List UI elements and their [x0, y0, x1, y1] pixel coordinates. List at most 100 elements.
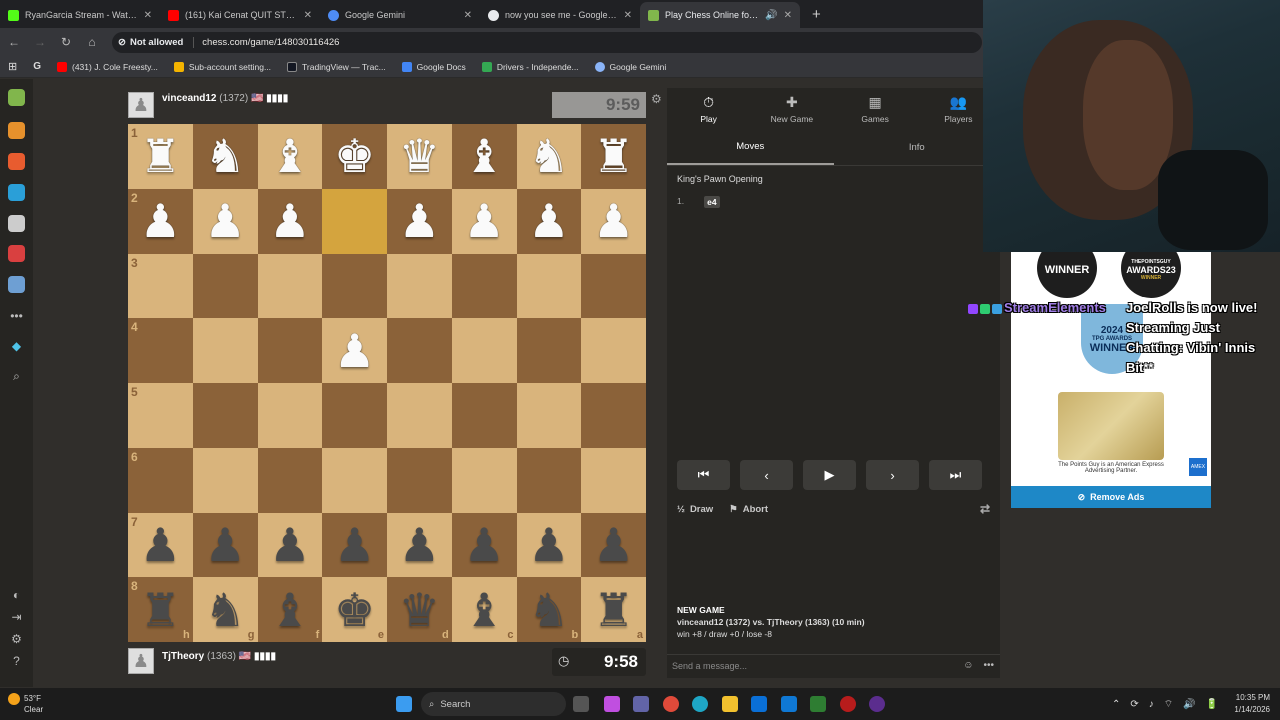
board-square[interactable]	[322, 383, 387, 448]
bookmark[interactable]: Sub-account setting...	[173, 61, 271, 72]
app-icon[interactable]	[840, 696, 856, 712]
site-permission-chip[interactable]: ⊘ Not allowed	[118, 36, 195, 48]
collapse-icon[interactable]: ⇥	[8, 608, 25, 625]
weather-widget[interactable]: 53°F Clear	[8, 693, 43, 715]
white-queen[interactable]: ♛	[387, 124, 452, 189]
more-icon[interactable]: •••	[8, 307, 25, 324]
board-square[interactable]	[322, 188, 387, 254]
watch-icon[interactable]	[8, 215, 25, 232]
black-bishop[interactable]: ♝	[258, 577, 323, 642]
move-e4[interactable]: e4	[704, 196, 720, 208]
tab-games[interactable]: ▦ Games	[834, 88, 917, 130]
board-square[interactable]	[516, 383, 582, 448]
opening-name[interactable]: King's Pawn Opening	[677, 174, 763, 184]
speaker-icon[interactable]: 🔊	[765, 10, 777, 21]
home-icon[interactable]: ⌂	[80, 35, 104, 49]
white-pawn[interactable]: ♟	[322, 318, 387, 383]
bookmark[interactable]: (431) J. Cole Freesty...	[57, 61, 158, 72]
xbox-icon[interactable]	[810, 696, 826, 712]
apps-icon[interactable]: ⊞	[8, 60, 17, 73]
white-rook[interactable]: ♜	[128, 124, 193, 189]
browser-tab[interactable]: RyanGarcia Stream - Watch Live ✕	[0, 2, 160, 28]
white-pawn[interactable]: ♟	[452, 189, 517, 254]
tab-moves[interactable]: Moves	[667, 130, 834, 165]
learn-icon[interactable]	[8, 184, 25, 201]
black-rook[interactable]: ♜	[581, 577, 646, 642]
board-square[interactable]	[581, 253, 646, 319]
close-icon[interactable]: ✕	[464, 10, 472, 21]
tab-new-game[interactable]: ✚ New Game	[750, 88, 833, 130]
system-tray[interactable]: 10:35 PM 1/14/2026	[1234, 692, 1270, 716]
black-king[interactable]: ♚	[322, 577, 387, 642]
news-icon[interactable]	[8, 245, 25, 262]
white-pawn[interactable]: ♟	[581, 189, 646, 254]
board-square[interactable]	[451, 318, 517, 383]
browser-tab-active[interactable]: Play Chess Online for FREE 🔊 ✕	[640, 2, 800, 28]
edge-icon[interactable]	[692, 696, 708, 712]
board-square[interactable]	[192, 253, 258, 319]
explorer-icon[interactable]	[722, 696, 738, 712]
board-square[interactable]	[581, 447, 646, 513]
board-square[interactable]	[322, 447, 387, 513]
remove-ads-button[interactable]: ⊘ Remove Ads	[1011, 486, 1211, 508]
tray-icons[interactable]: ⌃⟳♪⌔🔊🔋	[1112, 698, 1228, 711]
outlook-icon[interactable]	[781, 696, 797, 712]
board-square[interactable]	[451, 447, 517, 513]
board-square[interactable]	[451, 383, 517, 448]
bookmark[interactable]: Google Docs	[401, 61, 466, 72]
task-view-icon[interactable]	[573, 696, 589, 712]
tab-info[interactable]: Info	[834, 130, 1001, 165]
store-icon[interactable]	[751, 696, 767, 712]
puzzle-icon[interactable]	[8, 122, 25, 139]
user-icon[interactable]	[8, 89, 25, 106]
chess-board[interactable]: 1 2 3 4 5 6 7 8 h g f e d c b a ♜ ♞ ♝ ♚ ♛ ♝ ♞ ♜ ♟ ♟ ♟ ♟ ♟ ♟ ♟ ♟ ♟ ♟ ♟ ♟ ♟ ♟ ♟ ♟…	[128, 124, 646, 642]
new-tab-button[interactable]: +	[812, 6, 821, 23]
settings-icon[interactable]: ⚙	[651, 92, 662, 106]
board-square[interactable]	[387, 383, 452, 448]
start-icon[interactable]	[396, 696, 412, 712]
reload-icon[interactable]: ↻	[54, 35, 78, 49]
teams-icon[interactable]	[633, 696, 649, 712]
board-square[interactable]	[257, 447, 323, 513]
white-pawn[interactable]: ♟	[193, 189, 258, 254]
tab-play[interactable]: ⏱ Play	[667, 88, 750, 130]
white-rook[interactable]: ♜	[581, 124, 646, 189]
avatar[interactable]: ♟	[128, 92, 154, 118]
board-square[interactable]: 4	[128, 318, 193, 383]
black-knight[interactable]: ♞	[193, 577, 258, 642]
white-knight[interactable]: ♞	[517, 124, 582, 189]
black-rook[interactable]: ♜	[128, 577, 193, 642]
last-move-button[interactable]: ⏭	[929, 460, 982, 490]
board-square[interactable]	[257, 383, 323, 448]
browser-tab[interactable]: now you see me - Google Search ✕	[480, 2, 640, 28]
close-icon[interactable]: ✕	[304, 10, 312, 21]
board-square[interactable]: 6	[128, 447, 193, 513]
ad-banner[interactable]: WINNER THEPOINTSGUY AWARDS23 WINNER 2024…	[1011, 252, 1211, 508]
close-icon[interactable]: ✕	[624, 10, 632, 21]
white-pawn[interactable]: ♟	[258, 189, 323, 254]
board-square[interactable]	[192, 318, 258, 383]
chat-input[interactable]: Send a message... ☺ •••	[667, 654, 1000, 676]
more-icon[interactable]: •••	[983, 660, 994, 671]
previous-move-button[interactable]: ‹	[740, 460, 793, 490]
avatar[interactable]: ♟	[128, 648, 154, 674]
forward-icon[interactable]: →	[28, 35, 52, 49]
bookmark[interactable]: Google Gemini	[594, 61, 666, 72]
flip-board-icon[interactable]: ⇄	[980, 502, 990, 516]
next-move-button[interactable]: ›	[866, 460, 919, 490]
white-pawn[interactable]: ♟	[517, 189, 582, 254]
theme-icon[interactable]: ◐	[8, 586, 25, 603]
black-bishop[interactable]: ♝	[452, 577, 517, 642]
black-pawn[interactable]: ♟	[581, 513, 646, 578]
white-pawn[interactable]: ♟	[128, 189, 193, 254]
black-knight[interactable]: ♞	[517, 577, 582, 642]
black-pawn[interactable]: ♟	[517, 513, 582, 578]
bookmark[interactable]: Drivers - Independe...	[481, 61, 579, 72]
taskbar-search[interactable]: ⌕ Search	[421, 692, 566, 716]
copilot-icon[interactable]	[604, 696, 620, 712]
social-icon[interactable]	[8, 276, 25, 293]
board-square[interactable]	[192, 383, 258, 448]
black-queen[interactable]: ♛	[387, 577, 452, 642]
omnibox[interactable]: ⊘ Not allowed chess.com/game/148030116426	[112, 31, 982, 53]
first-move-button[interactable]: ⏮	[677, 460, 730, 490]
